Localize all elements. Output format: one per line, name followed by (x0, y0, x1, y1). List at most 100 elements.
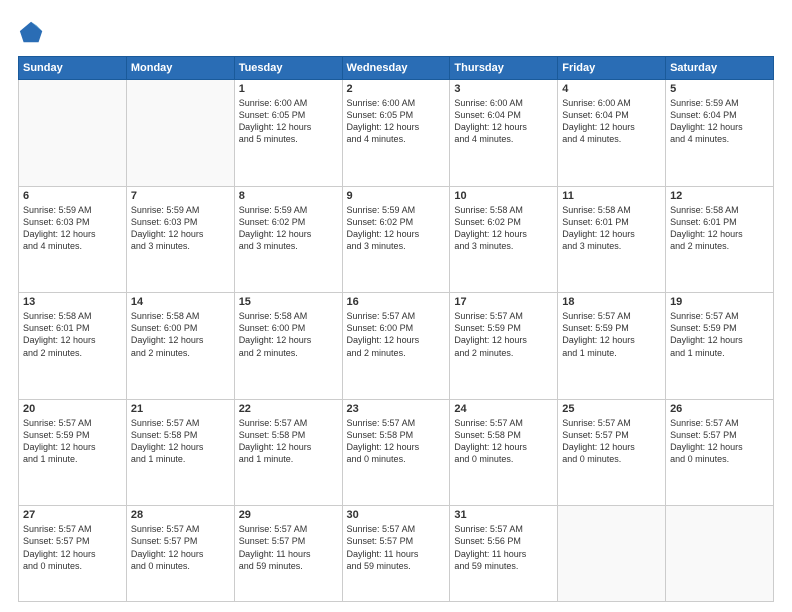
weekday-header-monday: Monday (126, 57, 234, 80)
calendar-cell: 20Sunrise: 5:57 AM Sunset: 5:59 PM Dayli… (19, 399, 127, 506)
calendar-cell: 16 Sunrise: 5:57 AM Sunset: 6:00 PM Dayli… (342, 293, 450, 400)
calendar-cell: 21 Sunrise: 5:57 AM Sunset: 5:58 PM Dayli… (126, 399, 234, 506)
day-number: 3 (454, 83, 553, 95)
calendar-cell: 13Sunrise: 5:58 AM Sunset: 6:01 PM Dayli… (19, 293, 127, 400)
day-number: 2 (347, 83, 446, 95)
calendar-cell: 1 Sunrise: 6:00 AM Sunset: 6:05 PM Daylig… (234, 80, 342, 187)
logo-icon (18, 18, 46, 46)
calendar-cell: 23 Sunrise: 5:57 AM Sunset: 5:58 PM Dayli… (342, 399, 450, 506)
cell-info: Sunrise: 5:58 AM Sunset: 6:00 PM Dayligh… (131, 310, 230, 359)
cell-info: Sunrise: 5:57 AM Sunset: 5:57 PM Dayligh… (347, 523, 446, 572)
calendar-cell: 7 Sunrise: 5:59 AM Sunset: 6:03 PM Daylig… (126, 186, 234, 293)
week-row-1: 1 Sunrise: 6:00 AM Sunset: 6:05 PM Daylig… (19, 80, 774, 187)
weekday-header-row: SundayMondayTuesdayWednesdayThursdayFrid… (19, 57, 774, 80)
weekday-header-tuesday: Tuesday (234, 57, 342, 80)
weekday-header-wednesday: Wednesday (342, 57, 450, 80)
weekday-header-sunday: Sunday (19, 57, 127, 80)
weekday-header-thursday: Thursday (450, 57, 558, 80)
day-number: 1 (239, 83, 338, 95)
calendar: SundayMondayTuesdayWednesdayThursdayFrid… (18, 56, 774, 602)
calendar-cell: 19 Sunrise: 5:57 AM Sunset: 5:59 PM Dayli… (666, 293, 774, 400)
day-number: 16 (347, 296, 446, 308)
day-number: 22 (239, 403, 338, 415)
cell-info: Sunrise: 5:58 AM Sunset: 6:01 PM Dayligh… (23, 310, 122, 359)
calendar-cell: 25 Sunrise: 5:57 AM Sunset: 5:57 PM Dayli… (558, 399, 666, 506)
cell-info: Sunrise: 5:59 AM Sunset: 6:02 PM Dayligh… (347, 204, 446, 253)
cell-info: Sunrise: 5:57 AM Sunset: 5:58 PM Dayligh… (239, 417, 338, 466)
weekday-header-friday: Friday (558, 57, 666, 80)
day-number: 12 (670, 190, 769, 202)
calendar-cell: 2 Sunrise: 6:00 AM Sunset: 6:05 PM Daylig… (342, 80, 450, 187)
cell-info: Sunrise: 5:59 AM Sunset: 6:03 PM Dayligh… (23, 204, 122, 253)
week-row-2: 6 Sunrise: 5:59 AM Sunset: 6:03 PM Daylig… (19, 186, 774, 293)
cell-info: Sunrise: 5:58 AM Sunset: 6:01 PM Dayligh… (670, 204, 769, 253)
cell-info: Sunrise: 5:57 AM Sunset: 5:58 PM Dayligh… (131, 417, 230, 466)
cell-info: Sunrise: 5:57 AM Sunset: 5:58 PM Dayligh… (347, 417, 446, 466)
cell-info: Sunrise: 5:59 AM Sunset: 6:04 PM Dayligh… (670, 97, 769, 146)
cell-info: Sunrise: 5:57 AM Sunset: 5:59 PM Dayligh… (562, 310, 661, 359)
day-number: 29 (239, 509, 338, 521)
calendar-cell: 15 Sunrise: 5:58 AM Sunset: 6:00 PM Dayli… (234, 293, 342, 400)
calendar-cell: 14 Sunrise: 5:58 AM Sunset: 6:00 PM Dayli… (126, 293, 234, 400)
calendar-cell: 31Sunrise: 5:57 AM Sunset: 5:56 PM Dayli… (450, 506, 558, 602)
day-number: 11 (562, 190, 661, 202)
calendar-cell: 3 Sunrise: 6:00 AM Sunset: 6:04 PM Daylig… (450, 80, 558, 187)
day-number: 19 (670, 296, 769, 308)
cell-info: Sunrise: 5:57 AM Sunset: 5:59 PM Dayligh… (454, 310, 553, 359)
cell-info: Sunrise: 5:57 AM Sunset: 5:57 PM Dayligh… (131, 523, 230, 572)
calendar-cell: 24 Sunrise: 5:57 AM Sunset: 5:58 PM Dayli… (450, 399, 558, 506)
calendar-cell (558, 506, 666, 602)
day-number: 26 (670, 403, 769, 415)
day-number: 24 (454, 403, 553, 415)
cell-info: Sunrise: 6:00 AM Sunset: 6:05 PM Dayligh… (347, 97, 446, 146)
cell-info: Sunrise: 5:59 AM Sunset: 6:03 PM Dayligh… (131, 204, 230, 253)
calendar-cell: 8 Sunrise: 5:59 AM Sunset: 6:02 PM Daylig… (234, 186, 342, 293)
calendar-cell: 18 Sunrise: 5:57 AM Sunset: 5:59 PM Dayli… (558, 293, 666, 400)
day-number: 18 (562, 296, 661, 308)
calendar-cell (126, 80, 234, 187)
calendar-cell: 30 Sunrise: 5:57 AM Sunset: 5:57 PM Dayli… (342, 506, 450, 602)
calendar-cell: 17 Sunrise: 5:57 AM Sunset: 5:59 PM Dayli… (450, 293, 558, 400)
calendar-cell: 26 Sunrise: 5:57 AM Sunset: 5:57 PM Dayli… (666, 399, 774, 506)
cell-info: Sunrise: 5:57 AM Sunset: 5:57 PM Dayligh… (23, 523, 122, 572)
calendar-cell: 28Sunrise: 5:57 AM Sunset: 5:57 PM Dayli… (126, 506, 234, 602)
calendar-cell: 6 Sunrise: 5:59 AM Sunset: 6:03 PM Daylig… (19, 186, 127, 293)
week-row-3: 13Sunrise: 5:58 AM Sunset: 6:01 PM Dayli… (19, 293, 774, 400)
day-number: 7 (131, 190, 230, 202)
weekday-header-saturday: Saturday (666, 57, 774, 80)
calendar-cell: 12 Sunrise: 5:58 AM Sunset: 6:01 PM Dayli… (666, 186, 774, 293)
day-number: 15 (239, 296, 338, 308)
day-number: 14 (131, 296, 230, 308)
day-number: 5 (670, 83, 769, 95)
cell-info: Sunrise: 5:57 AM Sunset: 5:59 PM Dayligh… (670, 310, 769, 359)
calendar-cell: 22 Sunrise: 5:57 AM Sunset: 5:58 PM Dayli… (234, 399, 342, 506)
cell-info: Sunrise: 5:57 AM Sunset: 5:58 PM Dayligh… (454, 417, 553, 466)
day-number: 17 (454, 296, 553, 308)
day-number: 27 (23, 509, 122, 521)
calendar-cell: 27 Sunrise: 5:57 AM Sunset: 5:57 PM Dayli… (19, 506, 127, 602)
cell-info: Sunrise: 5:57 AM Sunset: 5:57 PM Dayligh… (562, 417, 661, 466)
calendar-cell: 29Sunrise: 5:57 AM Sunset: 5:57 PM Dayli… (234, 506, 342, 602)
calendar-cell: 5 Sunrise: 5:59 AM Sunset: 6:04 PM Daylig… (666, 80, 774, 187)
day-number: 30 (347, 509, 446, 521)
day-number: 25 (562, 403, 661, 415)
cell-info: Sunrise: 5:58 AM Sunset: 6:01 PM Dayligh… (562, 204, 661, 253)
week-row-4: 20Sunrise: 5:57 AM Sunset: 5:59 PM Dayli… (19, 399, 774, 506)
cell-info: Sunrise: 5:58 AM Sunset: 6:00 PM Dayligh… (239, 310, 338, 359)
calendar-cell: 9 Sunrise: 5:59 AM Sunset: 6:02 PM Daylig… (342, 186, 450, 293)
cell-info: Sunrise: 5:59 AM Sunset: 6:02 PM Dayligh… (239, 204, 338, 253)
day-number: 8 (239, 190, 338, 202)
cell-info: Sunrise: 5:57 AM Sunset: 5:57 PM Dayligh… (670, 417, 769, 466)
cell-info: Sunrise: 6:00 AM Sunset: 6:05 PM Dayligh… (239, 97, 338, 146)
day-number: 21 (131, 403, 230, 415)
cell-info: Sunrise: 6:00 AM Sunset: 6:04 PM Dayligh… (454, 97, 553, 146)
day-number: 23 (347, 403, 446, 415)
cell-info: Sunrise: 5:57 AM Sunset: 6:00 PM Dayligh… (347, 310, 446, 359)
day-number: 6 (23, 190, 122, 202)
calendar-cell (666, 506, 774, 602)
calendar-cell: 4Sunrise: 6:00 AM Sunset: 6:04 PM Daylig… (558, 80, 666, 187)
calendar-cell: 11 Sunrise: 5:58 AM Sunset: 6:01 PM Dayli… (558, 186, 666, 293)
day-number: 9 (347, 190, 446, 202)
cell-info: Sunrise: 6:00 AM Sunset: 6:04 PM Dayligh… (562, 97, 661, 146)
cell-info: Sunrise: 5:58 AM Sunset: 6:02 PM Dayligh… (454, 204, 553, 253)
